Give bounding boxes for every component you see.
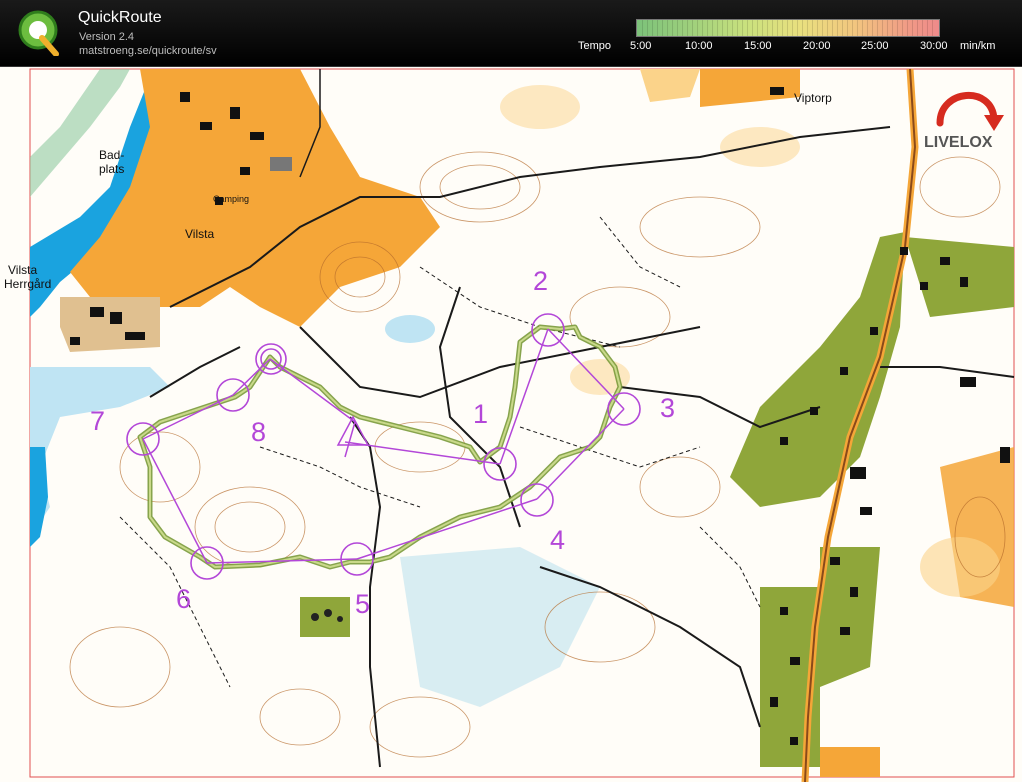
tempo-tick: 30:00: [920, 40, 948, 52]
tempo-scale-cell: [882, 20, 883, 36]
open-land: [920, 537, 1000, 597]
tempo-scale-cell: [812, 20, 813, 36]
livelox-text: LIVELOX: [924, 134, 993, 151]
place-name-camping: Camping: [213, 194, 250, 204]
control-number-7: 7: [90, 406, 106, 436]
control-number-1: 1: [473, 399, 489, 429]
tempo-scale-cell: [887, 20, 888, 36]
tempo-scale-cell: [712, 20, 713, 36]
tempo-scale-cell: [707, 20, 708, 36]
tempo-scale-cell: [872, 20, 873, 36]
tempo-scale-cell: [837, 20, 838, 36]
tempo-scale-cell: [682, 20, 683, 36]
place-name-vilsta: Vilsta: [185, 227, 215, 241]
tempo-scale-cell: [732, 20, 733, 36]
place-name-viptorp: Viptorp: [794, 91, 832, 105]
livelox-logo: LIVELOX: [922, 79, 1012, 151]
tempo-scale-cell: [727, 20, 728, 36]
tempo-scale-cell: [807, 20, 808, 36]
tempo-scale-cell: [747, 20, 748, 36]
tempo-scale-cell: [762, 20, 763, 36]
tempo-scale-cell: [797, 20, 798, 36]
tempo-scale-cell: [892, 20, 893, 36]
place-name-vilsta-herrgard: Vilsta: [8, 263, 38, 277]
settlement-area: [820, 747, 880, 777]
tempo-scale-cell: [722, 20, 723, 36]
tempo-scale-cell: [657, 20, 658, 36]
tempo-scale-cell: [922, 20, 923, 36]
tempo-scale-cell: [902, 20, 903, 36]
tempo-scale-cell: [772, 20, 773, 36]
tempo-scale-cell: [912, 20, 913, 36]
tempo-scale-cell: [692, 20, 693, 36]
tempo-label: Tempo: [578, 40, 612, 52]
open-land: [720, 127, 800, 167]
tempo-scale-cell: [927, 20, 928, 36]
tempo-tick: 15:00: [744, 40, 772, 52]
tempo-tick: 20:00: [803, 40, 831, 52]
tempo-scale-cell: [907, 20, 908, 36]
tempo-scale-cell: [842, 20, 843, 36]
place-name-vilsta-herrgard: Herrgård: [4, 277, 52, 291]
tempo-scale-cell: [672, 20, 673, 36]
tempo-scale-cell: [787, 20, 788, 36]
control-number-8: 8: [251, 417, 267, 447]
tempo-scale-cell: [717, 20, 718, 36]
tempo-scale-cell: [857, 20, 858, 36]
app-header: QuickRoute Version 2.4 matstroeng.se/qui…: [0, 0, 1022, 67]
tempo-scale-cell: [822, 20, 823, 36]
tempo-scale-cell: [867, 20, 868, 36]
open-land: [500, 85, 580, 129]
control-number-2: 2: [533, 266, 549, 296]
tempo-scale-cell: [827, 20, 828, 36]
tempo-scale-cell: [667, 20, 668, 36]
tempo-tick: 5:00: [630, 40, 652, 52]
tempo-scale-cell: [647, 20, 648, 36]
tempo-scale-cell: [792, 20, 793, 36]
marsh: [385, 315, 435, 343]
tempo-scale-cell: [757, 20, 758, 36]
tempo-scale-cell: [642, 20, 643, 36]
tempo-scale-cell: [917, 20, 918, 36]
place-name-badplats: plats: [99, 162, 125, 176]
tempo-scale-cell: [862, 20, 863, 36]
place-name-badplats: Bad-: [99, 148, 125, 162]
tempo-tick: 10:00: [685, 40, 713, 52]
tempo-scale-cell: [897, 20, 898, 36]
livelox-arrow-icon: LIVELOX: [924, 91, 1004, 151]
tempo-scale-cell: [802, 20, 803, 36]
tempo-scale-cell: [832, 20, 833, 36]
tempo-scale-cell: [687, 20, 688, 36]
tempo-scale-cell: [782, 20, 783, 36]
control-number-4: 4: [550, 525, 566, 555]
tempo-tick: 25:00: [861, 40, 889, 52]
control-number-5: 5: [355, 589, 371, 619]
tempo-scale-cell: [742, 20, 743, 36]
tempo-scale-cell: [932, 20, 933, 36]
control-number-6: 6: [176, 584, 192, 614]
tempo-scale-cell: [652, 20, 653, 36]
tempo-scale-cell: [737, 20, 738, 36]
tempo-scale-cell: [752, 20, 753, 36]
orienteering-map[interactable]: Bad- plats Vilsta Vilsta Herrgård Campin…: [0, 67, 1022, 782]
tempo-scale-cell: [767, 20, 768, 36]
green-area: [300, 597, 350, 637]
tempo-scale-cell: [877, 20, 878, 36]
tempo-scale-cell: [852, 20, 853, 36]
app-version: Version 2.4: [79, 31, 135, 43]
tempo-scale-cell: [662, 20, 663, 36]
tempo-scale-cell: [697, 20, 698, 36]
app-title: QuickRoute: [78, 9, 162, 26]
tempo-scale-cell: [677, 20, 678, 36]
tempo-scale-cell: [777, 20, 778, 36]
app-url: matstroeng.se/quickroute/sv: [79, 45, 217, 57]
tempo-color-scale: [636, 19, 940, 37]
tempo-scale-cell: [702, 20, 703, 36]
quickroute-logo-icon: [18, 10, 59, 56]
tempo-scale-cell: [817, 20, 818, 36]
tempo-unit: min/km: [960, 40, 996, 52]
map-canvas[interactable]: [0, 67, 1022, 782]
tempo-scale-cell: [847, 20, 848, 36]
control-number-3: 3: [660, 393, 676, 423]
